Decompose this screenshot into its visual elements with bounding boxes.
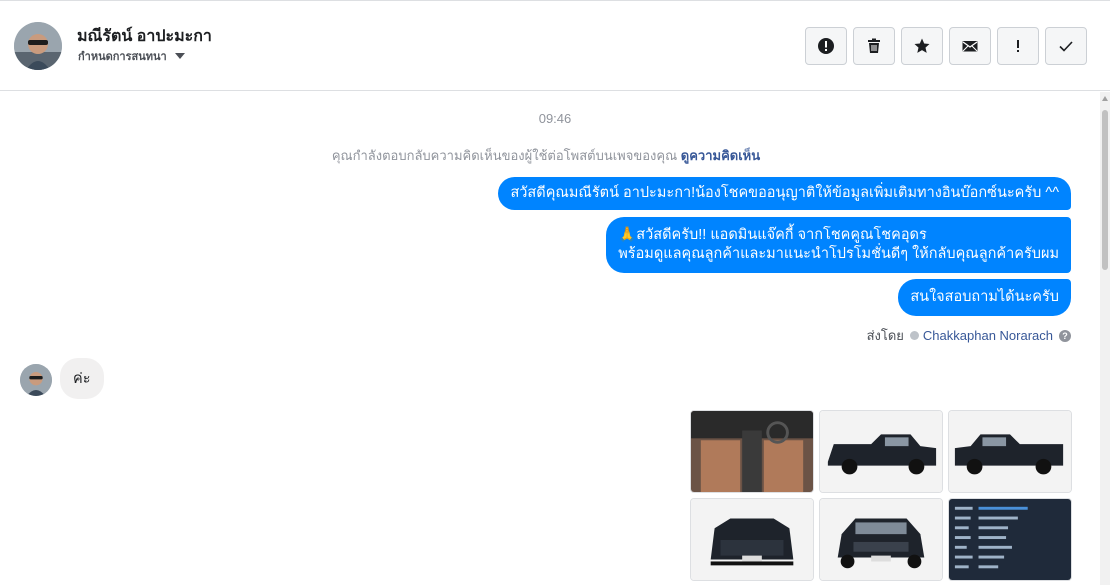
message-line: 🙏สวัสดีครับ!! แอดมินแจ๊คกี้ จากโชคคูณโชค… (618, 227, 927, 243)
trash-icon (868, 38, 880, 53)
incoming-message[interactable]: ค่ะ (60, 358, 104, 399)
conversation-header: มณีรัตน์ อาปะมะกา กำหนดการสนทนา (0, 0, 1110, 91)
outgoing-message[interactable]: สนใจสอบถามได้นะครับ (898, 279, 1071, 316)
conversation-toolbar (805, 27, 1087, 65)
outgoing-message[interactable]: 🙏สวัสดีครับ!! แอดมินแจ๊คกี้ จากโชคคูณโชค… (606, 217, 1071, 273)
truck-side-photo[interactable] (819, 410, 943, 493)
message-thread[interactable]: 09:46 คุณกำลังตอบกลับความคิดเห็นของผู้ใช… (0, 92, 1100, 585)
mark-spam-button[interactable] (805, 27, 847, 65)
star-icon (914, 38, 930, 53)
star-button[interactable] (901, 27, 943, 65)
message-line: พร้อมดูแลคุณลูกค้าและมาแนะนำโปรโมชั่นดีๆ… (618, 246, 1059, 262)
delete-button[interactable] (853, 27, 895, 65)
assign-conversation-dropdown[interactable]: กำหนดการสนทนา (78, 47, 185, 65)
sent-by-label: ส่งโดย (866, 328, 904, 343)
contact-avatar[interactable] (14, 22, 62, 70)
truck-front-photo[interactable] (819, 498, 943, 581)
chevron-down-icon (174, 53, 185, 59)
sent-by-row: ส่งโดย Chakkaphan Norarach ? (867, 325, 1071, 346)
envelope-icon (962, 41, 978, 52)
verified-icon (909, 331, 919, 340)
truck-side-photo-2[interactable] (948, 410, 1072, 493)
truck-rear-photo[interactable] (690, 498, 814, 581)
thread-scrollbar[interactable] (1100, 92, 1110, 585)
exclamation-icon (1017, 40, 1019, 52)
contact-name[interactable]: มณีรัตน์ อาปะมะกา (77, 24, 212, 49)
comment-reply-notice: คุณกำลังตอบกลับความคิดเห็นของผู้ใช้ต่อโพ… (0, 145, 1092, 166)
check-icon (1059, 41, 1073, 52)
mark-done-button[interactable] (1045, 27, 1087, 65)
interior-photo[interactable] (690, 410, 814, 493)
message-timestamp: 09:46 (538, 111, 572, 126)
sent-by-name[interactable]: Chakkaphan Norarach (923, 328, 1053, 343)
photo-gallery (690, 410, 1072, 581)
alert-circle-icon (818, 38, 834, 54)
mark-unread-button[interactable] (949, 27, 991, 65)
spec-sheet-photo[interactable] (948, 498, 1072, 581)
scroll-thumb[interactable] (1102, 110, 1108, 270)
view-comment-link[interactable]: ดูความคิดเห็น (681, 148, 760, 163)
notice-text: คุณกำลังตอบกลับความคิดเห็นของผู้ใช้ต่อโพ… (331, 148, 678, 163)
outgoing-message[interactable]: สวัสดีคุณมณีรัตน์ อาปะมะกา!น้องโชคขออนุญ… (498, 177, 1071, 210)
help-icon[interactable]: ? (1059, 329, 1071, 342)
assign-label: กำหนดการสนทนา (78, 51, 167, 63)
scroll-up-arrow-icon[interactable] (1102, 96, 1108, 101)
sender-avatar[interactable] (20, 364, 52, 396)
follow-up-button[interactable] (997, 27, 1039, 65)
